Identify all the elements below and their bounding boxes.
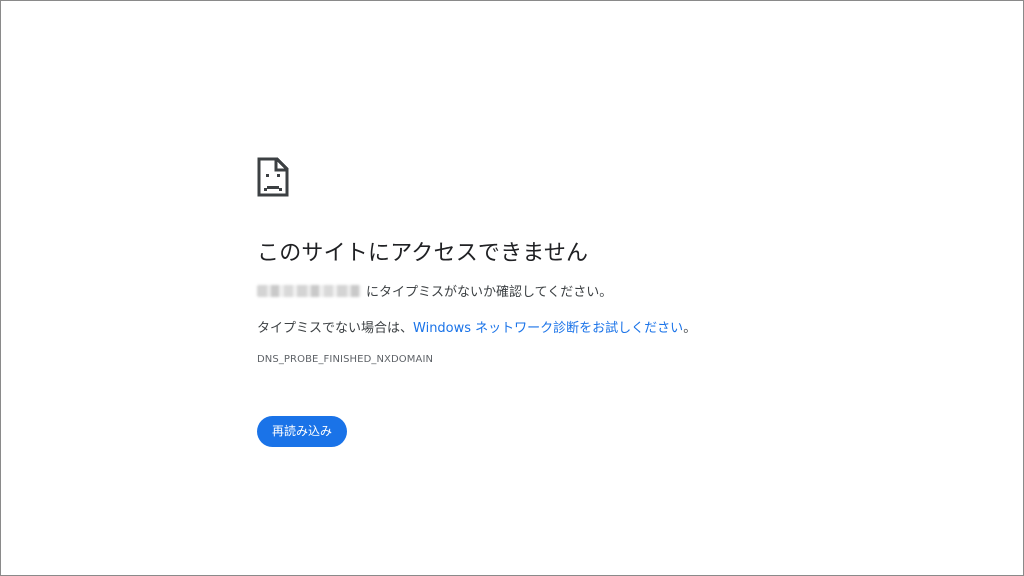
error-title: このサイトにアクセスできません [257,241,589,266]
suggestion-prefix: タイプミスでない場合は、 [257,321,414,336]
typo-hint-text: にタイプミスがないか確認してください。 [366,285,613,300]
browser-page: このサイトにアクセスできません にタイプミスがないか確認してください。 タイプミ… [0,0,1024,576]
suggestion-suffix: 。 [683,321,697,336]
typo-hint: にタイプミスがないか確認してください。 [257,281,612,300]
sad-page-icon [257,157,289,197]
error-code: DNS_PROBE_FINISHED_NXDOMAIN [257,354,434,365]
diagnostics-hint: タイプミスでない場合は、Windows ネットワーク診断をお試しください。 [257,317,696,336]
reload-button[interactable]: 再読み込み [257,416,348,447]
blurred-hostname [257,284,361,297]
network-diagnostics-link[interactable]: Windows ネットワーク診断をお試しください [413,321,683,336]
